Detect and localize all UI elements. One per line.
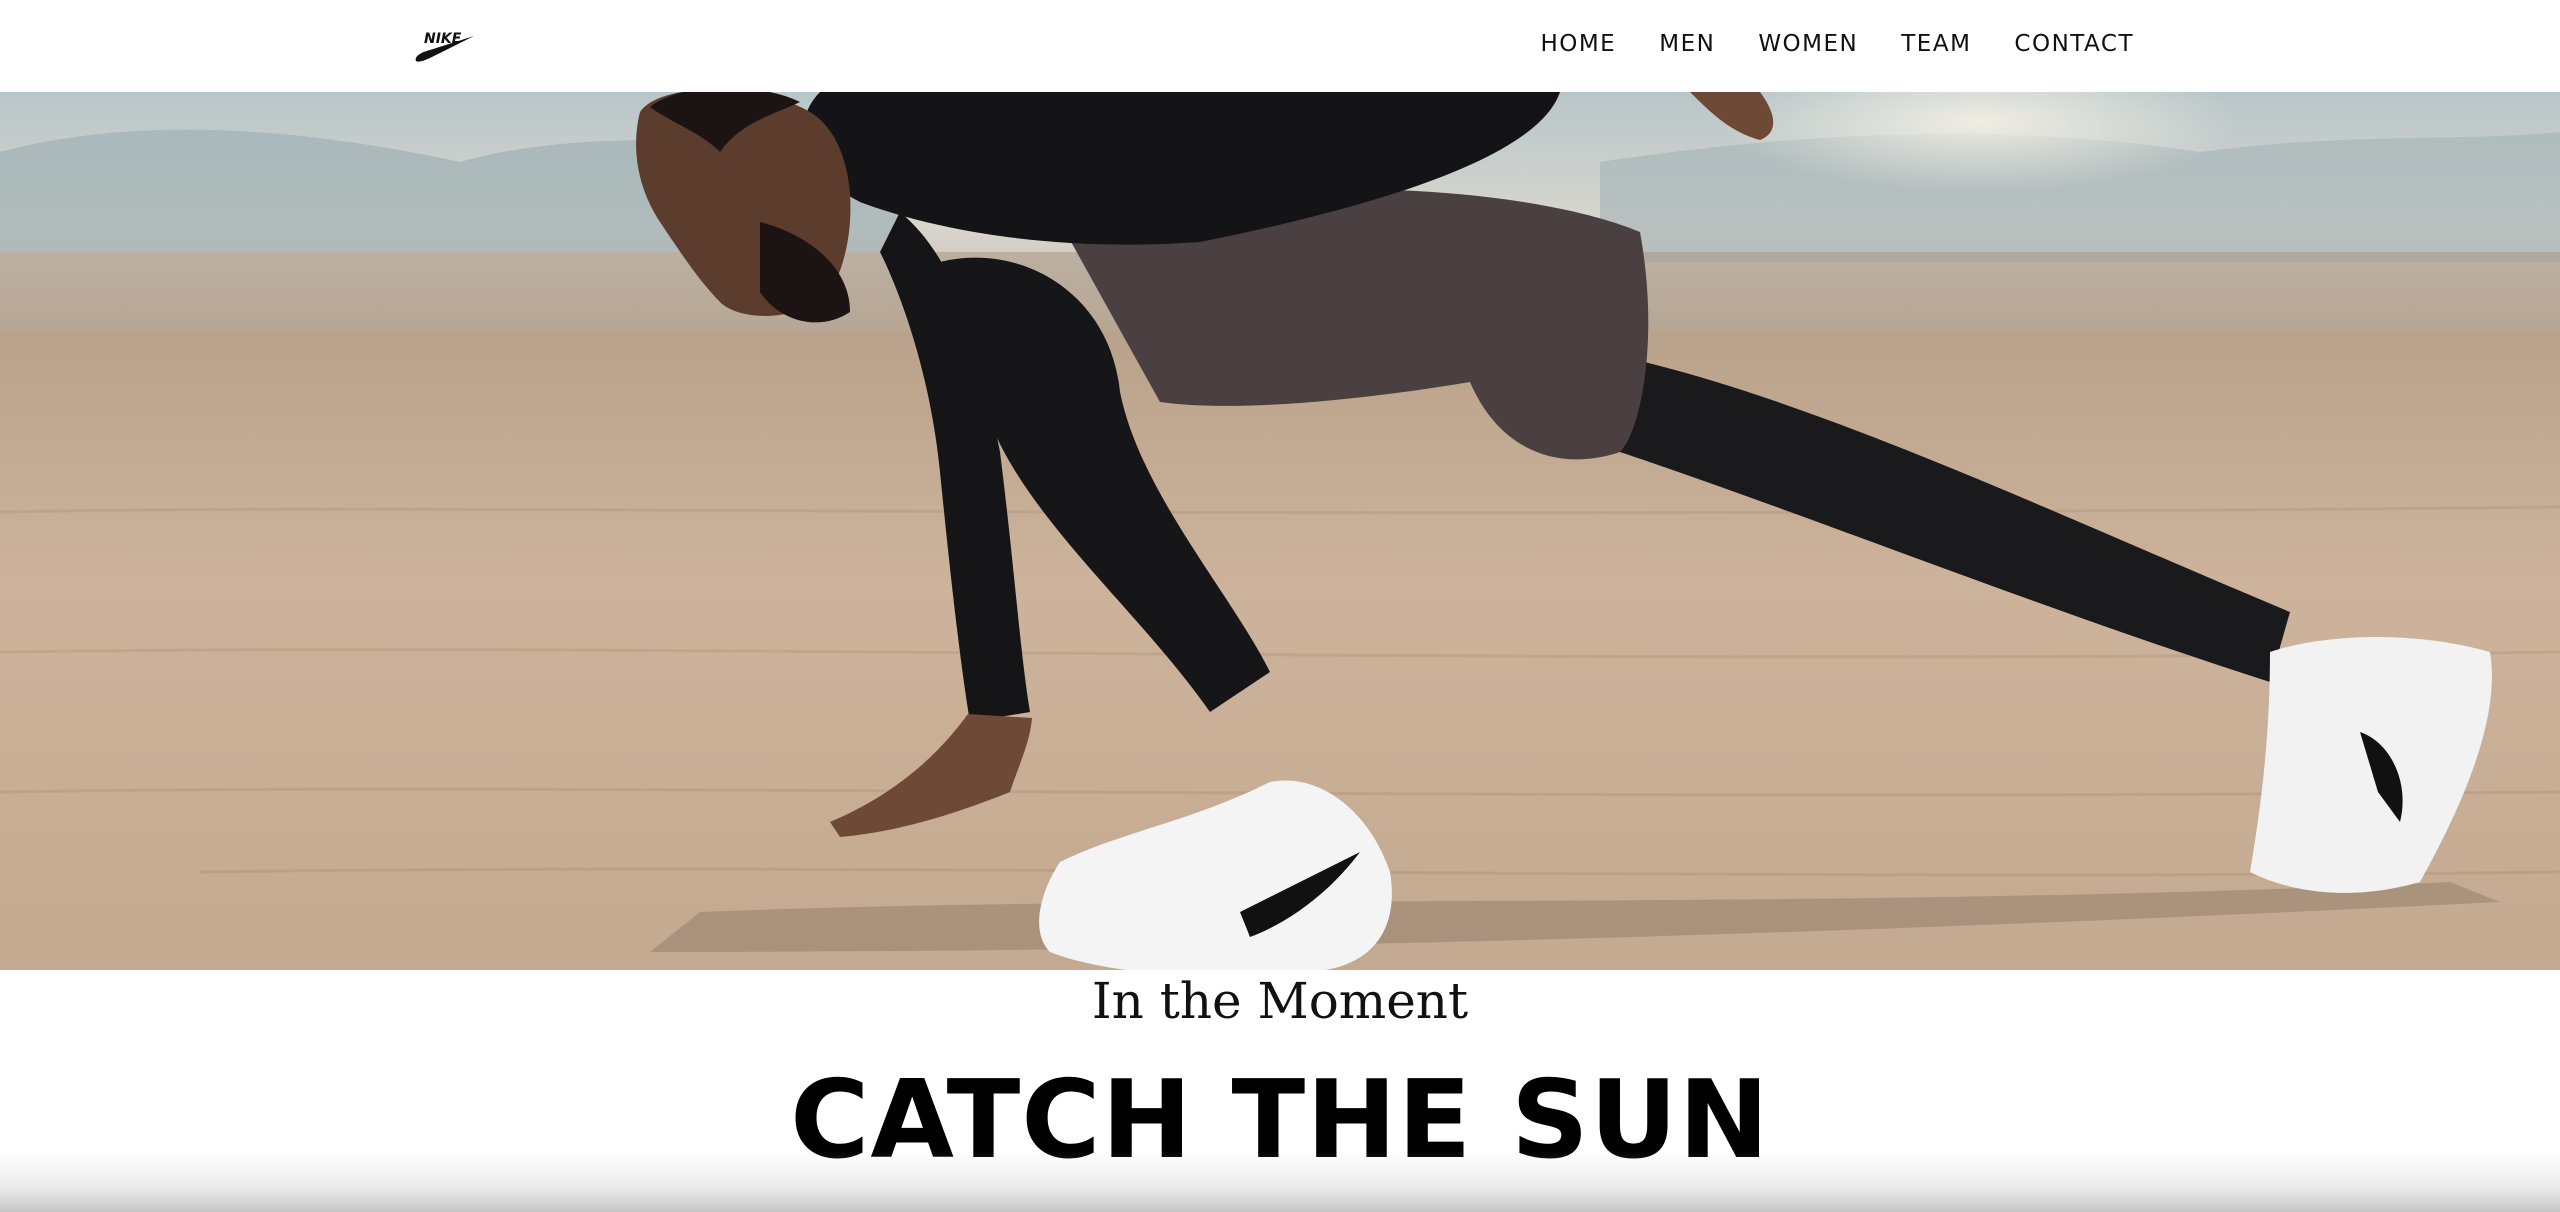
main-nav: HOME MEN WOMEN TEAM CONTACT — [1540, 0, 2134, 88]
site-header: NIKE HOME MEN WOMEN TEAM CONTACT — [0, 0, 2560, 92]
nike-swoosh-icon: NIKE — [415, 31, 474, 62]
nav-men[interactable]: MEN — [1659, 31, 1715, 57]
athlete-stretching-illustration — [0, 92, 2560, 970]
nike-logo[interactable]: NIKE — [414, 28, 476, 64]
nav-team[interactable]: TEAM — [1901, 31, 1971, 57]
hero-image — [0, 92, 2560, 970]
section-subtitle: In the Moment — [1091, 972, 1469, 1030]
section-headline: CATCH THE SUN — [790, 1058, 1770, 1183]
nav-home[interactable]: HOME — [1540, 31, 1616, 57]
nav-women[interactable]: WOMEN — [1758, 31, 1858, 57]
nav-contact[interactable]: CONTACT — [2014, 31, 2134, 57]
